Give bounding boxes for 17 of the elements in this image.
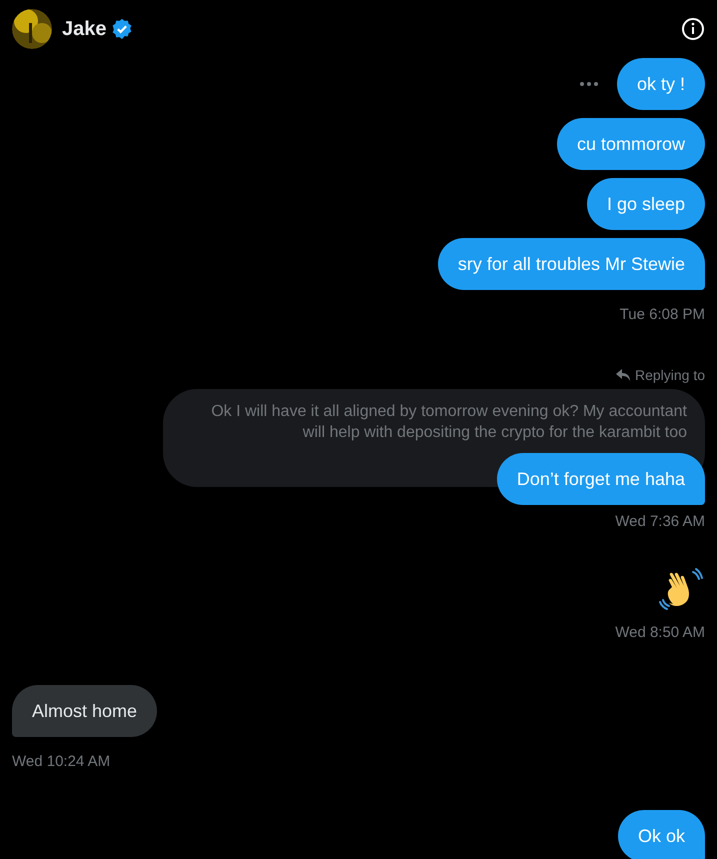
message-bubble[interactable]: ok ty !: [616, 58, 705, 110]
replying-label: Replying to: [634, 367, 705, 383]
message-bubble[interactable]: Almost home: [12, 685, 158, 737]
info-icon[interactable]: [681, 17, 705, 41]
reply-icon: [616, 369, 630, 381]
timestamp: Wed 10:24 AM: [12, 753, 112, 770]
timestamp: Tue 6:08 PM: [618, 306, 705, 323]
message-bubble[interactable]: Don’t forget me haha: [496, 453, 705, 505]
timestamp: Wed 8:50 AM: [614, 624, 705, 641]
message-bubble[interactable]: cu tommorow: [556, 118, 705, 170]
contact-name: Jake: [62, 18, 106, 40]
message-bubble[interactable]: Ok ok: [618, 810, 705, 859]
more-options-icon[interactable]: [578, 81, 599, 87]
message-bubble[interactable]: I go sleep: [586, 178, 705, 230]
message-bubble[interactable]: sry for all troubles Mr Stewie: [438, 238, 705, 290]
avatar-icon[interactable]: [12, 9, 52, 49]
timestamp: Wed 7:36 AM: [614, 513, 705, 530]
